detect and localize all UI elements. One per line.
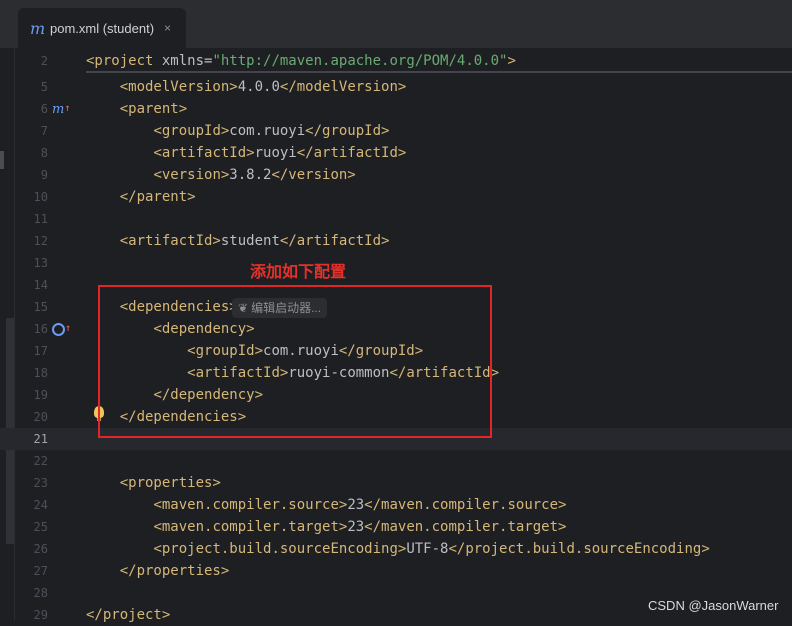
line-number: 11: [33, 212, 48, 226]
line-number: 15: [33, 300, 48, 314]
line-number: 10: [33, 190, 48, 204]
code-line: 12 <artifactId>student</artifactId>: [0, 230, 792, 252]
code-line: 26 <project.build.sourceEncoding>UTF-8</…: [0, 538, 792, 560]
code-text: <version>3.8.2</version>: [153, 167, 356, 183]
line-number: 14: [33, 278, 48, 292]
code-line: 8 <artifactId>ruoyi</artifactId>: [0, 142, 792, 164]
code-text: <maven.compiler.source>23</maven.compile…: [153, 497, 567, 513]
code-line: 10 </parent>: [0, 186, 792, 208]
code-text: </properties>: [119, 563, 230, 579]
line-number: 19: [33, 388, 48, 402]
line-number: 27: [33, 564, 48, 578]
watermark: CSDN @JasonWarner: [648, 598, 779, 613]
code-text: <parent>: [119, 101, 188, 117]
tab-pom-xml[interactable]: m pom.xml (student) ×: [18, 8, 186, 48]
maven-parent-icon[interactable]: m↑: [52, 98, 70, 121]
maven-m-icon: m: [30, 18, 46, 38]
code-text: </parent>: [119, 189, 196, 205]
line-number: 13: [33, 256, 48, 270]
code-text: <artifactId>ruoyi</artifactId>: [153, 145, 407, 161]
line-number: 7: [40, 124, 48, 138]
line-number: 6: [40, 102, 48, 116]
line-number: 24: [33, 498, 48, 512]
code-line: 6 m↑ <parent>: [0, 98, 792, 120]
line-number: 8: [40, 146, 48, 160]
code-line: 5 <modelVersion>4.0.0</modelVersion>: [0, 76, 792, 98]
code-text: <modelVersion>4.0.0</modelVersion>: [119, 79, 407, 95]
code-line: 2 <project xmlns="http://maven.apache.or…: [0, 50, 792, 72]
code-text: </project>: [86, 607, 171, 623]
code-text: <groupId>com.ruoyi</groupId>: [153, 123, 390, 139]
code-line: 27 </properties>: [0, 560, 792, 582]
line-number: 17: [33, 344, 48, 358]
annotation-text: 添加如下配置: [250, 262, 347, 281]
line-number: 25: [33, 520, 48, 534]
line-number: 22: [33, 454, 48, 468]
code-line: 11: [0, 208, 792, 230]
code-line: 25 <maven.compiler.target>23</maven.comp…: [0, 516, 792, 538]
line-number: 20: [33, 410, 48, 424]
tab-label: pom.xml (student): [50, 20, 155, 36]
line-number: 16: [33, 322, 48, 336]
code-text: <properties>: [119, 475, 221, 491]
line-number: 12: [33, 234, 48, 248]
code-line: 23 <properties>: [0, 472, 792, 494]
code-line: 9 <version>3.8.2</version>: [0, 164, 792, 186]
line-number: 28: [33, 586, 48, 600]
code-line: 22: [0, 450, 792, 472]
line-number: 26: [33, 542, 48, 556]
line-number: 23: [33, 476, 48, 490]
code-editor[interactable]: 2 <project xmlns="http://maven.apache.or…: [0, 48, 792, 623]
code-text: <maven.compiler.target>23</maven.compile…: [153, 519, 567, 535]
editor-tab-bar: m pom.xml (student) ×: [0, 0, 792, 48]
line-number: 2: [40, 54, 48, 68]
code-text: <project xmlns="http://maven.apache.org/…: [86, 53, 516, 69]
line-number: 9: [40, 168, 48, 182]
line-number: 18: [33, 366, 48, 380]
code-text: <project.build.sourceEncoding>UTF-8</pro…: [153, 541, 710, 557]
code-line: 7 <groupId>com.ruoyi</groupId>: [0, 120, 792, 142]
code-line: 13: [0, 252, 792, 274]
code-line: 24 <maven.compiler.source>23</maven.comp…: [0, 494, 792, 516]
highlight-box: [98, 285, 492, 438]
code-text: <artifactId>student</artifactId>: [119, 233, 390, 249]
line-number: 21: [33, 432, 48, 446]
line-number: 29: [33, 608, 48, 622]
close-icon[interactable]: ×: [164, 21, 171, 35]
line-number: 5: [40, 80, 48, 94]
